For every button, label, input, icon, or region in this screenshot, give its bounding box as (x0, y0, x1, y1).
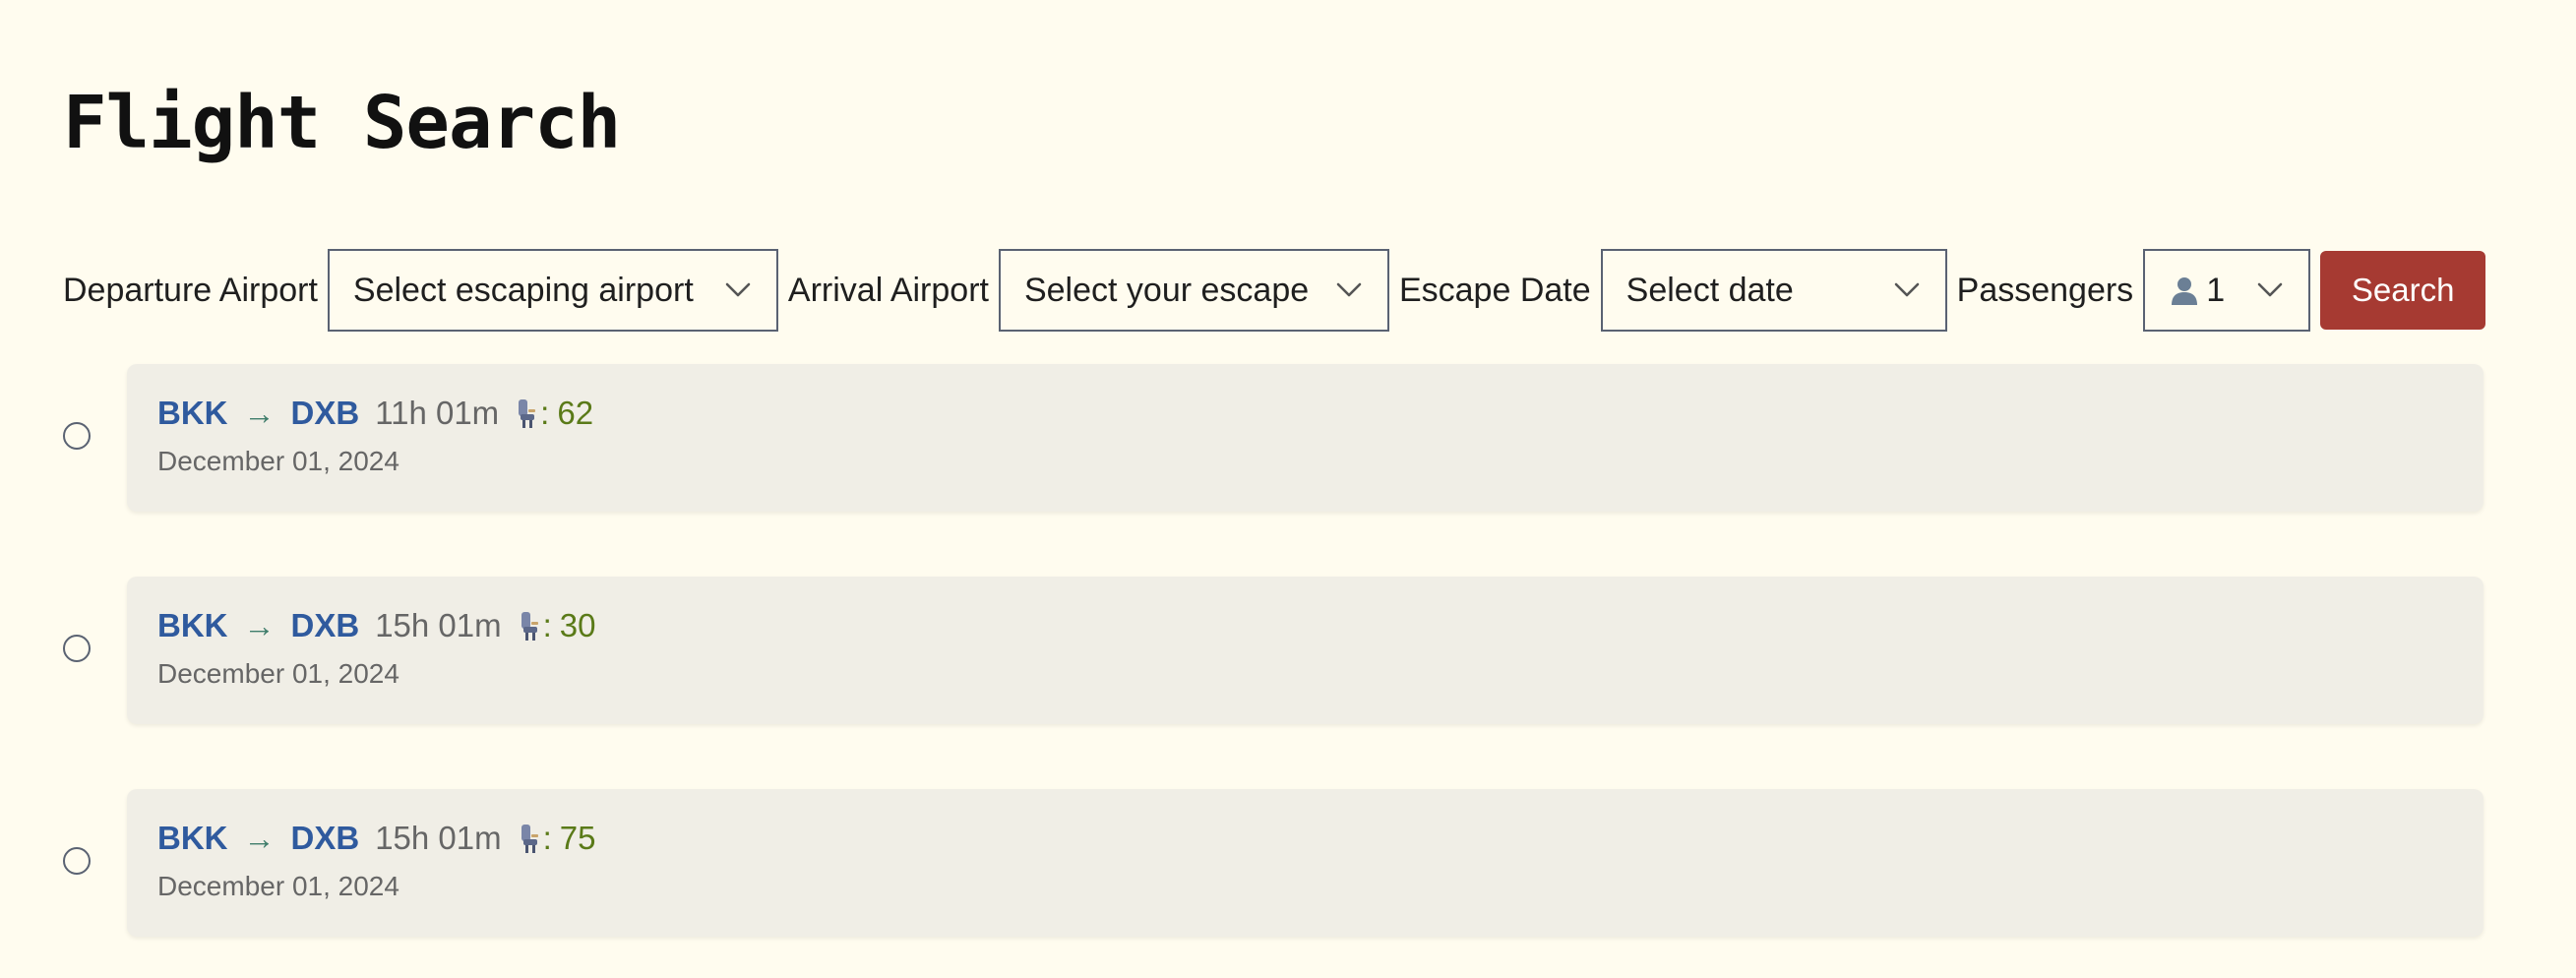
page-title: Flight Search (63, 81, 621, 165)
flight-summary: BKK → DXB 15h 01m : 30 (157, 607, 596, 644)
origin-airport-code: BKK (157, 607, 228, 643)
seat-icon (521, 825, 538, 853)
seat-icon (519, 399, 536, 428)
passengers-label: Passengers (1956, 271, 2134, 309)
passengers-select[interactable]: 1 (2143, 249, 2311, 332)
flight-card[interactable]: BKK → DXB 15h 01m : 75 December 01, 2024 (127, 789, 2484, 937)
chevron-down-icon (725, 282, 751, 297)
seat-separator: : (540, 395, 550, 431)
escape-date-label: Escape Date (1398, 271, 1591, 309)
chevron-down-icon (1894, 282, 1919, 297)
destination-airport-code: DXB (290, 395, 360, 431)
available-seats: 62 (557, 395, 594, 431)
flight-option: BKK → DXB 15h 01m : 30 December 01, 2024 (63, 577, 2484, 724)
origin-airport-code: BKK (157, 395, 228, 431)
seat-separator: : (542, 820, 552, 856)
escape-date-value: Select date (1625, 271, 1794, 309)
flight-summary: BKK → DXB 15h 01m : 75 (157, 820, 596, 857)
flight-date: December 01, 2024 (157, 871, 399, 901)
flight-duration: 11h 01m (375, 395, 500, 431)
arrival-airport-select[interactable]: Select your escape (998, 249, 1389, 332)
search-form: Departure Airport Select escaping airpor… (63, 249, 2486, 332)
destination-airport-code: DXB (290, 820, 360, 856)
chevron-down-icon (1336, 282, 1362, 297)
flight-select-radio[interactable] (63, 422, 91, 450)
route-arrow-icon: → (243, 820, 276, 856)
departure-airport-label: Departure Airport (63, 271, 318, 309)
route-arrow-icon: → (243, 607, 276, 643)
available-seats: 75 (559, 820, 596, 856)
flight-summary: BKK → DXB 11h 01m : 62 (157, 395, 593, 432)
search-button[interactable]: Search (2320, 251, 2486, 330)
flight-card[interactable]: BKK → DXB 11h 01m : 62 December 01, 2024 (127, 364, 2484, 512)
flight-duration: 15h 01m (375, 820, 502, 856)
seat-icon (521, 612, 538, 641)
flight-duration: 15h 01m (375, 607, 502, 643)
arrival-airport-label: Arrival Airport (787, 271, 989, 309)
departure-airport-select[interactable]: Select escaping airport (327, 249, 778, 332)
flight-card[interactable]: BKK → DXB 15h 01m : 30 December 01, 2024 (127, 577, 2484, 724)
passengers-value: 1 (2206, 271, 2226, 309)
flight-option: BKK → DXB 11h 01m : 62 December 01, 2024 (63, 364, 2484, 512)
escape-date-select[interactable]: Select date (1600, 249, 1947, 332)
available-seats: 30 (559, 607, 596, 643)
route-arrow-icon: → (243, 395, 276, 431)
chevron-down-icon (2257, 282, 2283, 297)
person-icon (2172, 277, 2198, 305)
passengers-value-group: 1 (2169, 272, 2225, 310)
flight-select-radio[interactable] (63, 635, 91, 662)
departure-airport-value: Select escaping airport (352, 271, 694, 309)
flight-option: BKK → DXB 15h 01m : 75 December 01, 2024 (63, 789, 2484, 937)
seat-separator: : (542, 607, 552, 643)
flight-select-radio[interactable] (63, 847, 91, 875)
flight-date: December 01, 2024 (157, 658, 399, 689)
arrival-airport-value: Select your escape (1023, 271, 1310, 309)
destination-airport-code: DXB (290, 607, 360, 643)
flight-date: December 01, 2024 (157, 446, 399, 476)
origin-airport-code: BKK (157, 820, 228, 856)
